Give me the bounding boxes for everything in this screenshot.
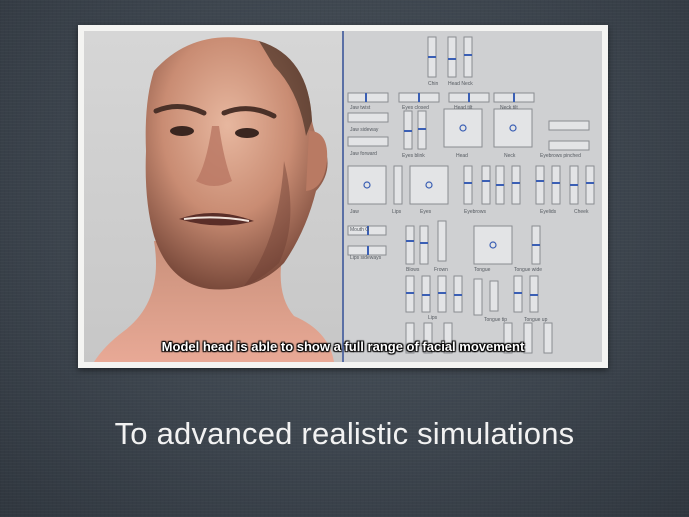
svg-text:Eyes closed: Eyes closed <box>402 105 429 111</box>
svg-text:Mouth O: Mouth O <box>350 227 369 233</box>
svg-text:Chin: Chin <box>428 81 439 87</box>
svg-text:Tongue: Tongue <box>474 267 491 273</box>
video-caption: Model head is able to show a full range … <box>161 339 525 354</box>
svg-text:Eyes blink: Eyes blink <box>402 153 425 159</box>
svg-text:Cheek: Cheek <box>574 209 589 215</box>
svg-text:Jaw twist: Jaw twist <box>350 105 371 111</box>
svg-text:Lips: Lips <box>428 315 438 321</box>
facial-controls-panel: Chin Head Neck Jaw twist Eyes closed Head … <box>342 31 602 362</box>
svg-text:Head tilt: Head tilt <box>454 105 473 111</box>
svg-text:Lips: Lips <box>392 209 402 215</box>
svg-text:Jaw: Jaw <box>350 209 359 215</box>
svg-text:Eyelids: Eyelids <box>540 209 557 215</box>
svg-text:Tongue wide: Tongue wide <box>514 267 542 273</box>
model-head-viewport <box>84 31 342 362</box>
facial-animation-screenshot: Chin Head Neck Jaw twist Eyes closed Head … <box>84 31 602 362</box>
svg-text:Jaw forward: Jaw forward <box>350 151 377 157</box>
image-frame: Chin Head Neck Jaw twist Eyes closed Head … <box>78 25 608 368</box>
svg-text:Jaw sideway: Jaw sideway <box>350 127 379 133</box>
controls-diagram: Chin Head Neck Jaw twist Eyes closed Head … <box>347 36 595 354</box>
svg-text:Head Neck: Head Neck <box>448 81 473 87</box>
svg-text:Tongue tip: Tongue tip <box>484 317 507 323</box>
svg-text:Eyes: Eyes <box>420 209 432 215</box>
svg-text:Neck: Neck <box>504 153 516 159</box>
svg-text:Head: Head <box>456 153 468 159</box>
svg-text:Frown: Frown <box>434 267 448 273</box>
svg-text:Lips sideways: Lips sideways <box>350 255 382 261</box>
svg-text:Blows: Blows <box>406 267 420 273</box>
svg-text:Eyebrows pinched: Eyebrows pinched <box>540 153 581 159</box>
svg-text:Eyebrows: Eyebrows <box>464 209 486 215</box>
slide-subtitle: To advanced realistic simulations <box>114 416 575 451</box>
svg-text:Tongue up: Tongue up <box>524 317 548 323</box>
model-head-image <box>94 37 334 362</box>
svg-text:Neck tilt: Neck tilt <box>500 105 518 111</box>
